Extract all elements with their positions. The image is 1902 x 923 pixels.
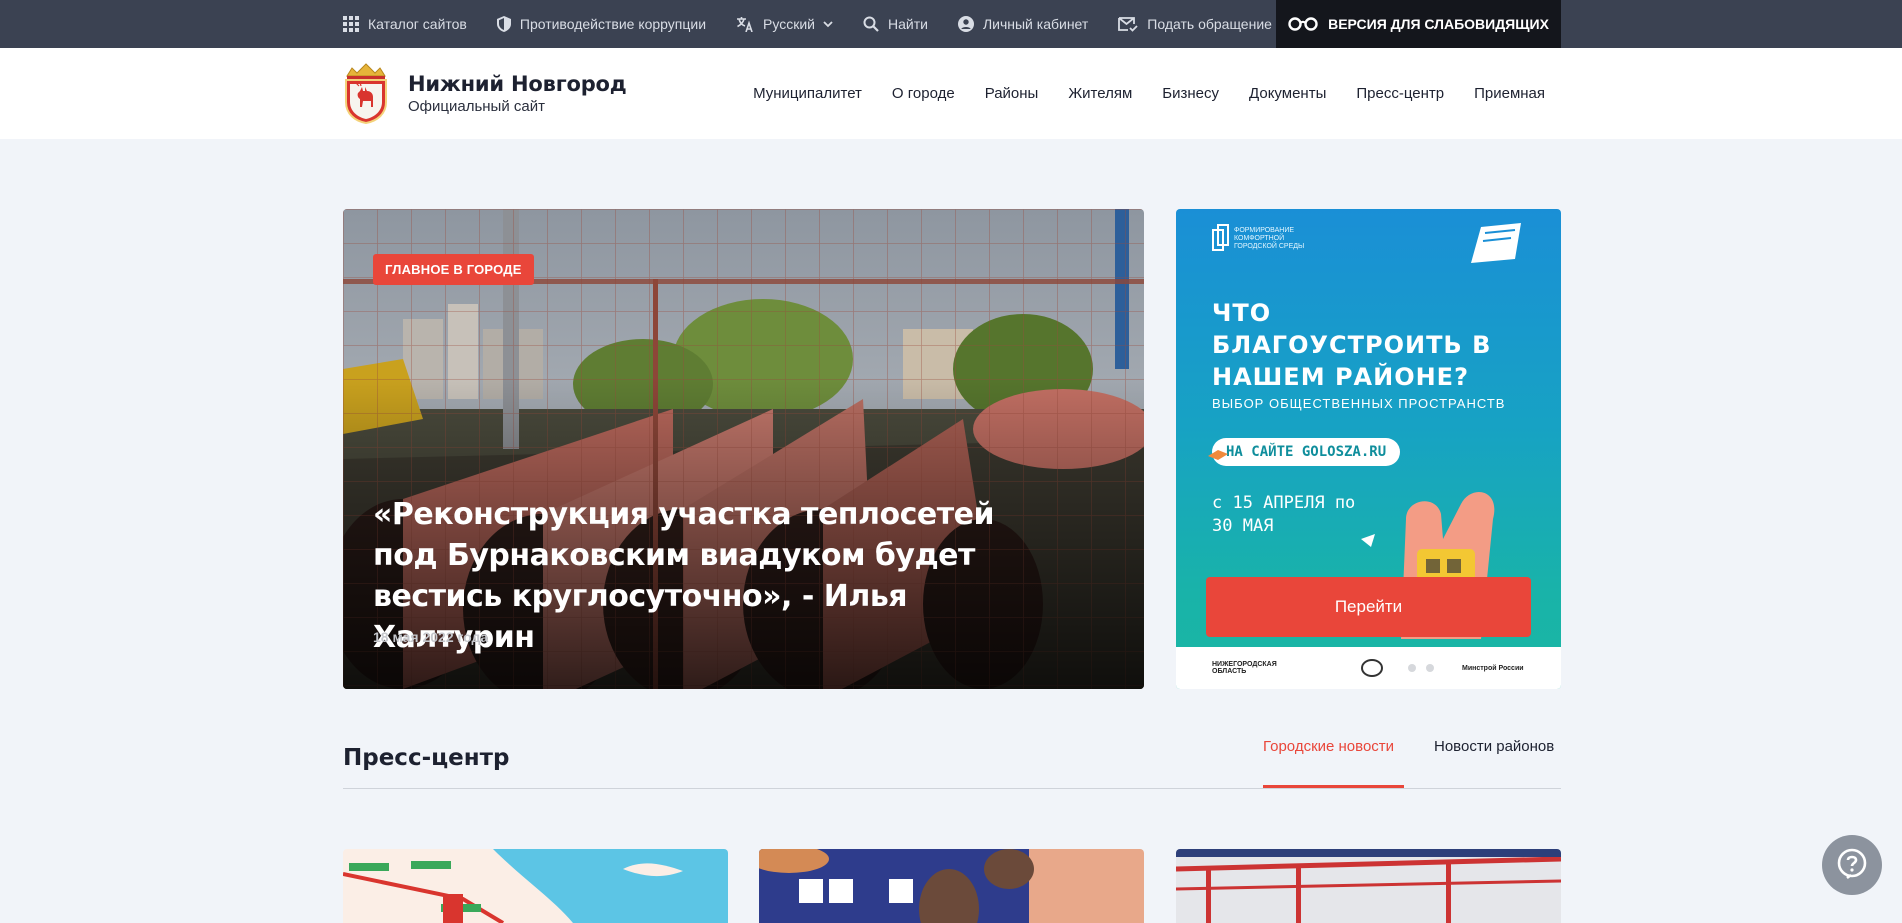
top-bar-links: Каталог сайтов Противодействие коррупции… <box>343 0 1302 48</box>
site-header: Нижний Новгород Официальный сайт Муницип… <box>0 48 1902 139</box>
banner-site-pill[interactable]: НА САЙТЕ GOLOSZA.RU <box>1212 438 1401 466</box>
nav-item-business[interactable]: Бизнесу <box>1162 85 1219 102</box>
chevron-down-icon <box>823 20 833 27</box>
nav-item-reception[interactable]: Приемная <box>1474 85 1545 102</box>
site-subtitle: Официальный сайт <box>408 98 545 115</box>
news-card-image <box>759 849 1144 923</box>
banner-brand-text: ФОРМИРОВАНИЕ КОМФОРТНОЙ ГОРОДСКОЙ СРЕДЫ <box>1234 227 1305 250</box>
banner-partner-logos: НИЖЕГОРОДСКАЯ ОБЛАСТЬ Минстрой России <box>1212 659 1532 677</box>
appeal-link[interactable]: Подать обращение <box>1118 16 1272 32</box>
translate-icon <box>737 17 753 32</box>
nav-item-press-center[interactable]: Пресс-центр <box>1356 85 1444 102</box>
tab-district-news[interactable]: Новости районов <box>1434 738 1554 755</box>
glasses-icon <box>1288 17 1318 31</box>
news-card-map[interactable] <box>343 849 728 923</box>
appeal-label: Подать обращение <box>1147 16 1272 32</box>
hero-news-date: 18 мая 2022 года <box>373 629 489 645</box>
shield-icon <box>496 16 511 32</box>
banner-question: ЧТО БЛАГОУСТРОИТЬ В НАШЕМ РАЙОНЕ? <box>1212 299 1492 391</box>
banner-dates: с 15 АПРЕЛЯ по 30 МАЯ <box>1212 493 1356 536</box>
visually-impaired-label: ВЕРСИЯ ДЛЯ СЛАБОВИДЯЩИХ <box>1328 16 1549 32</box>
nav-item-residents[interactable]: Жителям <box>1068 85 1132 102</box>
bird-icon <box>1208 450 1228 460</box>
account-label: Личный кабинет <box>982 16 1089 32</box>
user-icon <box>957 16 974 32</box>
banner-go-button[interactable]: Перейти <box>1206 577 1531 637</box>
language-label: Русский <box>763 16 815 32</box>
tab-city-news[interactable]: Городские новости <box>1263 738 1394 755</box>
news-card-sport[interactable] <box>759 849 1144 923</box>
nav-item-documents[interactable]: Документы <box>1249 85 1326 102</box>
catalog-link[interactable]: Каталог сайтов <box>343 16 467 32</box>
press-divider <box>343 788 1561 789</box>
banner-brand-icon <box>1212 224 1229 251</box>
anticorruption-label: Противодействие коррупции <box>519 16 707 32</box>
catalog-label: Каталог сайтов <box>368 16 467 32</box>
banner-spaces-text: ВЫБОР ОБЩЕСТВЕННЫХ ПРОСТРАНСТВ <box>1212 396 1506 411</box>
news-card-image <box>343 849 728 923</box>
promo-banner[interactable]: ФОРМИРОВАНИЕ КОМФОРТНОЙ ГОРОДСКОЙ СРЕДЫ … <box>1176 209 1561 689</box>
nav-item-about-city[interactable]: О городе <box>892 85 955 102</box>
partner-emblem-icon <box>1361 659 1383 677</box>
city-coat-of-arms-logo[interactable] <box>343 62 389 124</box>
main-navigation: Муниципалитет О городе Районы Жителям Би… <box>723 48 1545 139</box>
visually-impaired-button[interactable]: ВЕРСИЯ ДЛЯ СЛАБОВИДЯЩИХ <box>1276 0 1561 48</box>
search-icon <box>863 16 879 32</box>
slider-dot[interactable] <box>1408 664 1416 672</box>
nav-item-municipality[interactable]: Муниципалитет <box>753 85 862 102</box>
top-bar: Каталог сайтов Противодействие коррупции… <box>0 0 1902 48</box>
account-link[interactable]: Личный кабинет <box>957 16 1089 32</box>
region-logo: НИЖЕГОРОДСКАЯ ОБЛАСТЬ <box>1212 661 1277 675</box>
press-center-title: Пресс-центр <box>343 745 510 771</box>
slider-dot[interactable] <box>1426 664 1434 672</box>
anticorruption-link[interactable]: Противодействие коррупции <box>496 16 707 32</box>
nav-item-districts[interactable]: Районы <box>985 85 1039 102</box>
banner-slider-dots <box>1408 664 1434 672</box>
mail-check-icon <box>1118 17 1138 32</box>
hero-category-badge[interactable]: ГЛАВНОЕ В ГОРОДЕ <box>373 254 534 285</box>
search-link[interactable]: Найти <box>863 16 928 32</box>
site-title[interactable]: Нижний Новгород <box>408 72 627 96</box>
language-select[interactable]: Русский <box>736 16 833 32</box>
news-card-train[interactable] <box>1176 849 1561 923</box>
hero-news-card[interactable]: ГЛАВНОЕ В ГОРОДЕ «Реконструкция участка … <box>343 209 1144 689</box>
ballot-icon <box>1471 223 1521 263</box>
question-icon <box>1837 848 1867 880</box>
help-chat-button[interactable] <box>1822 835 1882 895</box>
ministry-logo: Минстрой России <box>1462 664 1524 672</box>
search-label: Найти <box>888 16 928 32</box>
news-card-image <box>1176 849 1561 923</box>
grid-icon <box>343 16 359 32</box>
